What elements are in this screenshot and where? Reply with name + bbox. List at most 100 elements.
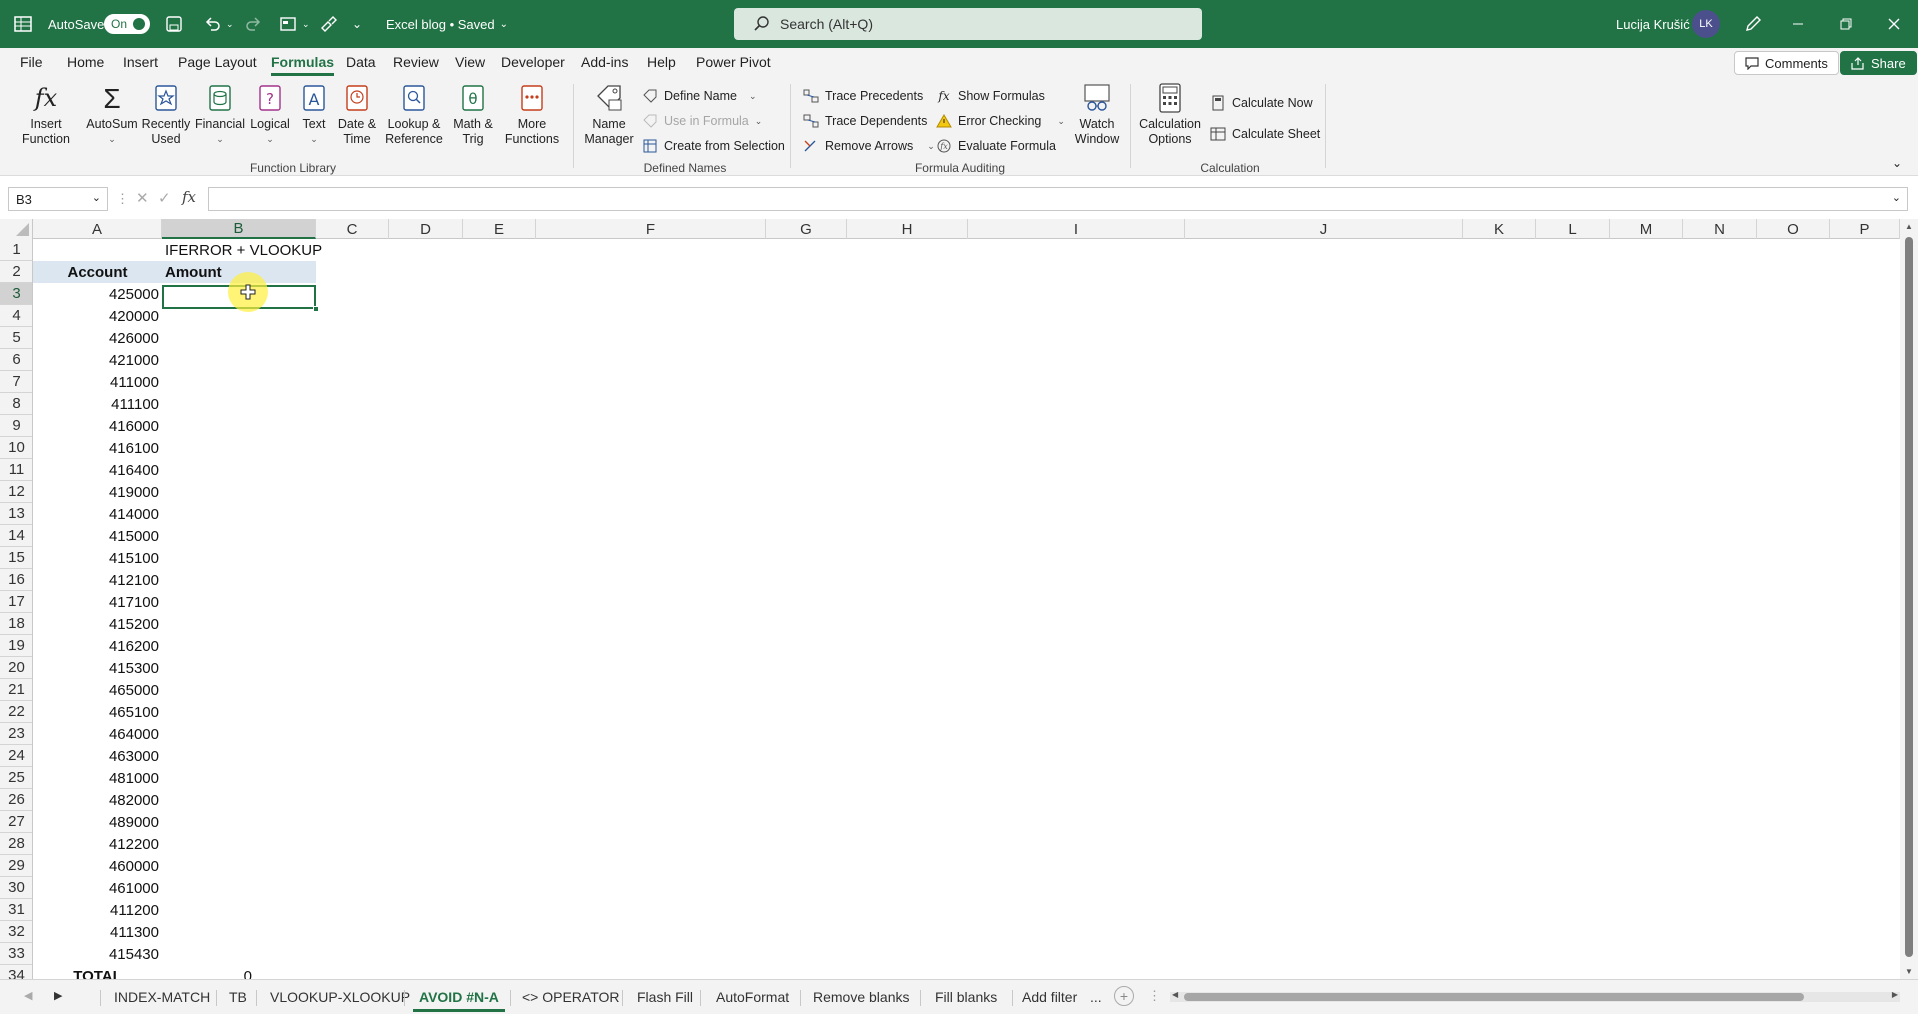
account-cell[interactable]: 411100 — [33, 393, 162, 415]
use-in-formula-button[interactable]: Use in Formula ⌄ — [642, 111, 762, 131]
account-cell[interactable]: 416200 — [33, 635, 162, 657]
more-options-icon[interactable]: ⋮ — [116, 191, 129, 207]
fill-handle[interactable] — [313, 306, 319, 312]
row-header[interactable]: 22 — [0, 701, 32, 723]
column-header-k[interactable]: K — [1463, 219, 1536, 239]
recently-used-button[interactable]: Recently Used — [141, 82, 191, 147]
row-header[interactable]: 28 — [0, 833, 32, 855]
account-cell[interactable]: 421000 — [33, 349, 162, 371]
row-header[interactable]: 7 — [0, 371, 32, 393]
calculate-sheet-button[interactable]: Calculate Sheet — [1210, 124, 1320, 144]
name-manager-button[interactable]: Name Manager — [582, 82, 636, 147]
row-header[interactable]: 3 — [0, 283, 32, 305]
tab-page-layout[interactable]: Page Layout — [178, 54, 257, 70]
column-header-h[interactable]: H — [847, 219, 968, 239]
calculation-options-button[interactable]: Calculation Options — [1136, 82, 1204, 147]
next-sheet-icon[interactable]: ▶ — [54, 989, 62, 1002]
row-header[interactable]: 33 — [0, 943, 32, 965]
account-cell[interactable]: 411200 — [33, 899, 162, 921]
tab-home[interactable]: Home — [67, 54, 104, 70]
column-header-b[interactable]: B — [162, 219, 316, 239]
share-button[interactable]: Share — [1840, 51, 1917, 75]
form-icon[interactable]: ⌄ — [280, 0, 310, 48]
column-header-l[interactable]: L — [1536, 219, 1610, 239]
cell-a2-account-header[interactable]: Account — [33, 261, 162, 283]
row-header[interactable]: 4 — [0, 305, 32, 327]
format-painter-icon[interactable] — [320, 0, 338, 48]
account-cell[interactable]: 416400 — [33, 459, 162, 481]
formula-input[interactable]: ⌄ — [208, 187, 1908, 211]
account-cell[interactable]: 411300 — [33, 921, 162, 943]
horizontal-scrollbar[interactable]: ◀ ▶ — [1170, 990, 1900, 1002]
column-header-c[interactable]: C — [316, 219, 389, 239]
autosum-button[interactable]: Σ AutoSum ⌄ — [83, 82, 141, 147]
sheet-tab-autoformat[interactable]: AutoFormat — [716, 986, 789, 1008]
autosave-toggle[interactable]: On — [104, 0, 150, 48]
undo-icon[interactable]: ⌄ — [204, 0, 234, 48]
row-header[interactable]: 15 — [0, 547, 32, 569]
select-all-button[interactable] — [0, 219, 33, 239]
more-sheets-button[interactable]: ... — [1090, 986, 1102, 1008]
account-cell[interactable]: 415200 — [33, 613, 162, 635]
row-header[interactable]: 6 — [0, 349, 32, 371]
tab-power-pivot[interactable]: Power Pivot — [696, 54, 771, 70]
account-cell[interactable]: 411000 — [33, 371, 162, 393]
column-header-e[interactable]: E — [463, 219, 536, 239]
row-header[interactable]: 8 — [0, 393, 32, 415]
logical-button[interactable]: ? Logical ⌄ — [248, 82, 292, 147]
row-header[interactable]: 14 — [0, 525, 32, 547]
sheet-tab-add-filter[interactable]: Add filter — [1022, 986, 1077, 1008]
show-formulas-button[interactable]: fx Show Formulas — [936, 86, 1044, 106]
row-header[interactable]: 1 — [0, 239, 32, 261]
account-cell[interactable]: 414000 — [33, 503, 162, 525]
column-header-a[interactable]: A — [33, 219, 162, 239]
sheet-tab-operator[interactable]: <> OPERATOR — [522, 986, 620, 1008]
sheet-tab-tb[interactable]: TB — [229, 986, 247, 1008]
row-header[interactable]: 21 — [0, 679, 32, 701]
restore-button[interactable] — [1840, 0, 1852, 48]
row-header[interactable]: 31 — [0, 899, 32, 921]
row-header[interactable]: 30 — [0, 877, 32, 899]
create-from-selection-button[interactable]: Create from Selection — [642, 136, 785, 156]
account-cell[interactable]: 425000 — [33, 283, 162, 305]
text-functions-button[interactable]: A Text ⌄ — [296, 82, 332, 147]
name-box[interactable]: B3 ⌄ — [8, 187, 108, 211]
tab-help[interactable]: Help — [647, 54, 676, 70]
insert-function-button[interactable]: fx Insert Function — [18, 82, 74, 147]
account-cell[interactable]: 415000 — [33, 525, 162, 547]
expand-formula-bar-icon[interactable]: ⌄ — [1892, 191, 1901, 204]
cancel-icon[interactable]: ✕ — [136, 189, 149, 207]
tab-view[interactable]: View — [455, 54, 485, 70]
collapse-ribbon-icon[interactable]: ⌄ — [1892, 156, 1902, 170]
vertical-scroll-thumb[interactable] — [1905, 237, 1913, 957]
close-button[interactable] — [1888, 0, 1900, 48]
row-header[interactable]: 18 — [0, 613, 32, 635]
row-header[interactable]: 32 — [0, 921, 32, 943]
define-name-button[interactable]: Define Name ⌄ — [642, 86, 757, 106]
watch-window-button[interactable]: Watch Window — [1072, 82, 1122, 147]
date-time-button[interactable]: Date & Time — [333, 82, 381, 147]
trace-precedents-button[interactable]: Trace Precedents — [803, 86, 923, 106]
cell-total-label[interactable]: TOTAL — [33, 965, 162, 980]
redo-icon[interactable] — [244, 0, 262, 48]
chevron-down-icon[interactable]: ⌄ — [92, 191, 101, 204]
scroll-right-icon[interactable]: ▶ — [1892, 990, 1898, 999]
row-header[interactable]: 16 — [0, 569, 32, 591]
row-header[interactable]: 17 — [0, 591, 32, 613]
row-header[interactable]: 20 — [0, 657, 32, 679]
account-cell[interactable]: 460000 — [33, 855, 162, 877]
remove-arrows-button[interactable]: Remove Arrows ⌄ — [803, 136, 935, 156]
save-icon[interactable] — [166, 0, 182, 48]
row-header[interactable]: 25 — [0, 767, 32, 789]
column-header-g[interactable]: G — [766, 219, 847, 239]
row-header[interactable]: 19 — [0, 635, 32, 657]
row-header[interactable]: 26 — [0, 789, 32, 811]
vertical-scrollbar[interactable]: ▲ ▼ — [1900, 219, 1918, 979]
account-cell[interactable]: 489000 — [33, 811, 162, 833]
row-header[interactable]: 10 — [0, 437, 32, 459]
account-cell[interactable]: 412100 — [33, 569, 162, 591]
row-header[interactable]: 29 — [0, 855, 32, 877]
sheet-tab-vlookup-xlookup[interactable]: VLOOKUP-XLOOKUP — [270, 986, 410, 1008]
tab-data[interactable]: Data — [346, 54, 376, 70]
document-title[interactable]: Excel blog • Saved ⌄ — [386, 0, 508, 48]
